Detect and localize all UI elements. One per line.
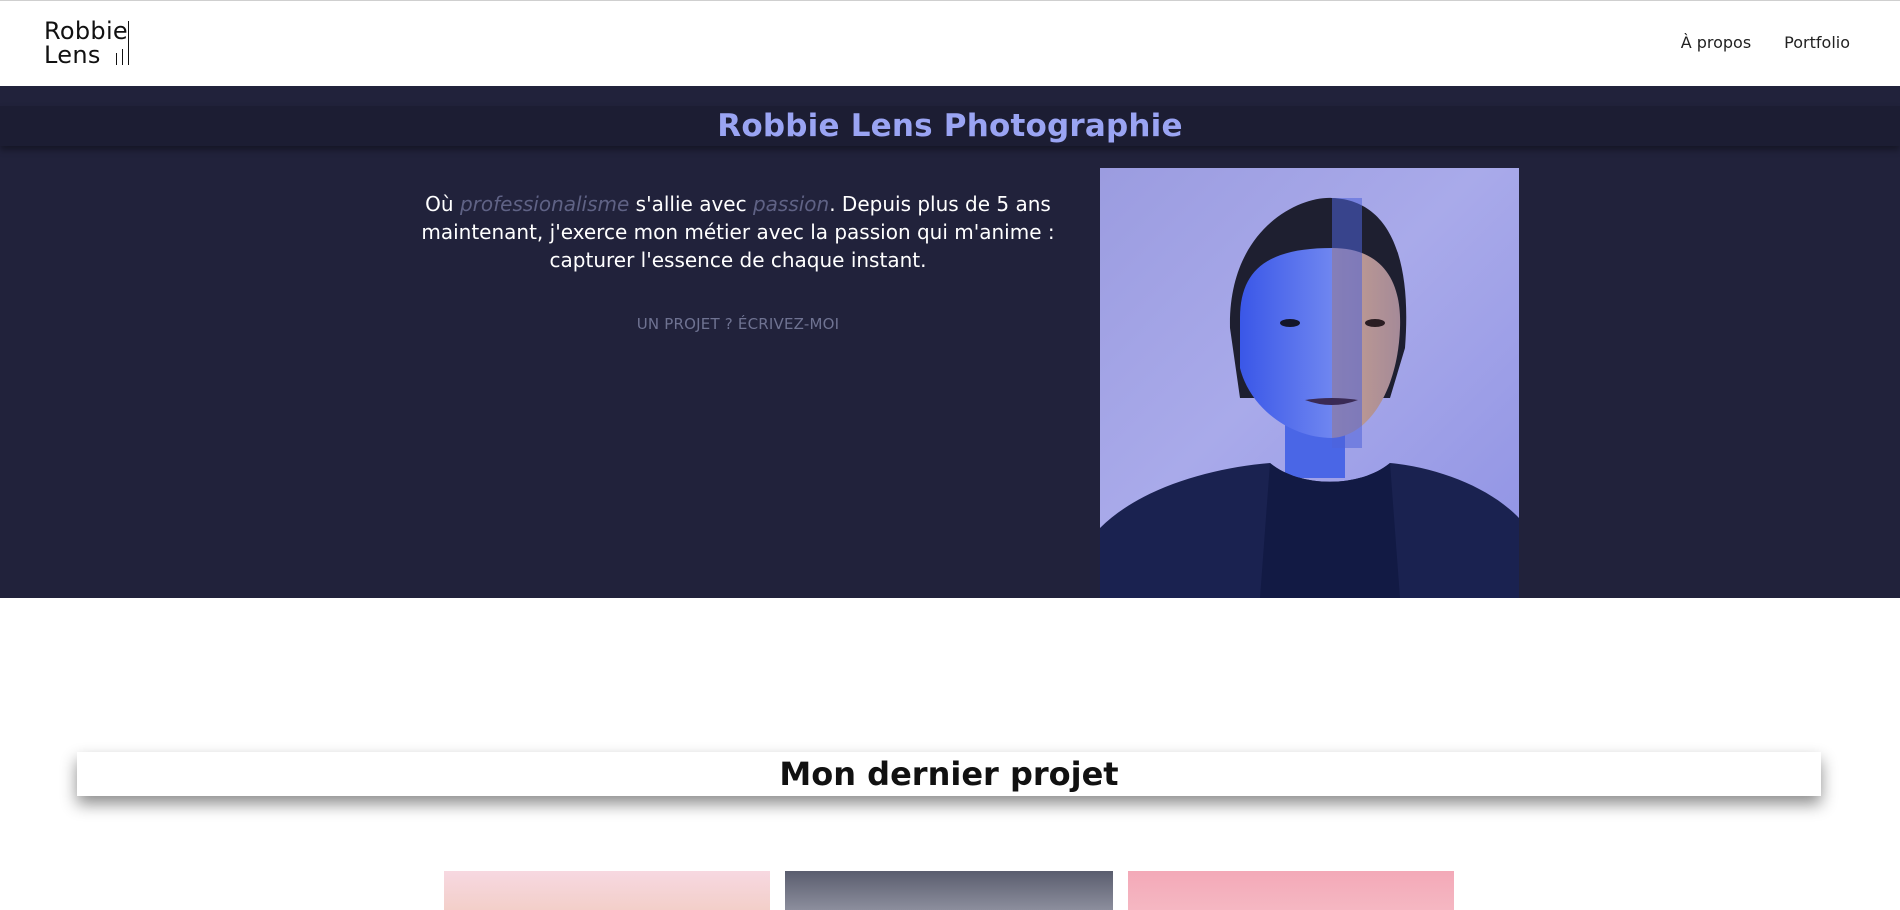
logo-word-robbie: Robbie (44, 17, 128, 45)
intro-emphasis-passion: passion (752, 192, 830, 216)
hero-title: Robbie Lens Photographie (717, 108, 1183, 144)
intro-emphasis-professionalisme: professionalisme (459, 192, 630, 216)
intro-text: Où (425, 192, 460, 216)
portrait-illustration (1100, 197, 1519, 598)
logo-word-lens: Lens (44, 41, 101, 69)
hero-section: Robbie Lens Photographie Où professional… (0, 86, 1900, 598)
project-thumbnail[interactable] (1128, 871, 1454, 910)
nav-link-portfolio[interactable]: Portfolio (1784, 33, 1850, 52)
logo-bar-icon (122, 49, 123, 65)
intro-text: s'allie avec (629, 192, 753, 216)
section-title: Mon dernier projet (779, 755, 1119, 793)
hero-title-band: Robbie Lens Photographie (0, 106, 1900, 146)
site-header: Robbie Lens À propos Portfolio (0, 0, 1900, 86)
hero-intro: Où professionalisme s'allie avec passion… (378, 190, 1098, 274)
logo-bar-icon (128, 21, 129, 65)
nav-link-about[interactable]: À propos (1681, 33, 1751, 52)
logo-bar-icon (116, 53, 117, 65)
main-nav: À propos Portfolio (1681, 33, 1850, 52)
section-title-band: Mon dernier projet (77, 752, 1821, 796)
project-thumbnail[interactable] (785, 871, 1113, 910)
contact-cta-link[interactable]: UN PROJET ? ÉCRIVEZ-MOI (560, 315, 916, 333)
portrait-photo (1100, 168, 1519, 598)
project-thumbnail[interactable] (444, 871, 770, 910)
site-logo[interactable]: Robbie Lens (44, 19, 134, 69)
